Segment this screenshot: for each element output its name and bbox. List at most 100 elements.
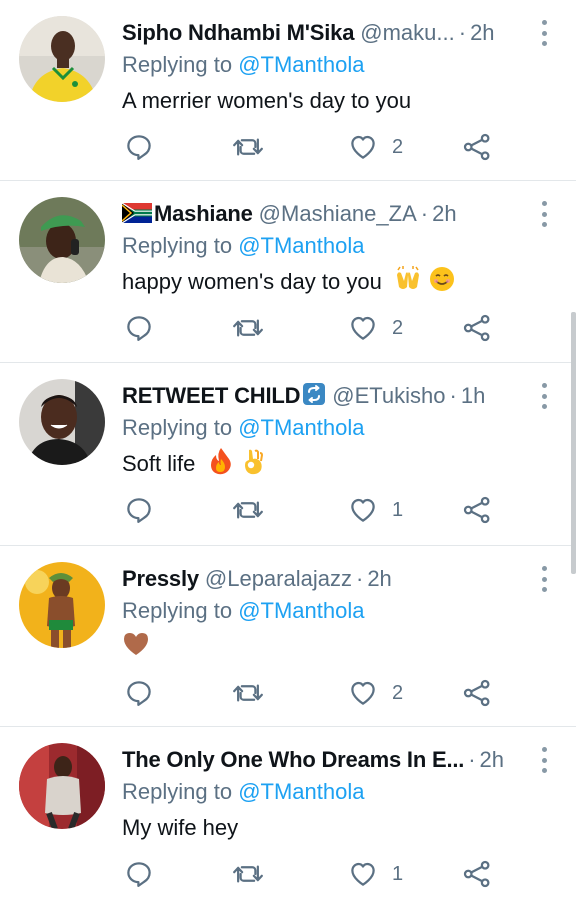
- replying-to-line: Replying to @TManthola: [122, 411, 364, 445]
- reply-tweet[interactable]: Sipho Ndhambi M'Sika @maku... · 2h Replying…: [0, 0, 576, 181]
- more-options-icon[interactable]: [538, 201, 550, 227]
- share-button[interactable]: [462, 312, 492, 344]
- replying-to-line: Replying to @TManthola: [122, 775, 364, 809]
- replying-to-label: Replying to: [122, 779, 233, 804]
- retweet-button[interactable]: [232, 131, 264, 163]
- separator-dot: ·: [458, 20, 467, 45]
- heart-icon: [351, 135, 375, 159]
- tweet-header: Mashiane @Mashiane_ZA · 2h: [122, 197, 518, 231]
- more-options-icon[interactable]: [538, 20, 550, 46]
- avatar[interactable]: [19, 743, 105, 829]
- mention-link[interactable]: @TManthola: [238, 598, 364, 623]
- action-bar: 2: [122, 131, 522, 163]
- like-count: 2: [392, 316, 404, 339]
- avatar-man-yellow-jersey-icon: [19, 16, 105, 102]
- author-handle[interactable]: @maku...: [360, 20, 454, 45]
- reply-icon: [127, 135, 151, 160]
- reply-tweet[interactable]: RETWEET CHILD @ETukisho · 1h Replying to @…: [0, 363, 576, 546]
- like-count: 1: [392, 498, 404, 521]
- timestamp[interactable]: 2h: [432, 201, 456, 226]
- fire-emoji-icon: [210, 448, 231, 475]
- retweet-button[interactable]: [232, 312, 264, 344]
- share-button[interactable]: [462, 677, 492, 709]
- avatar[interactable]: [19, 16, 105, 102]
- avatar[interactable]: [19, 197, 105, 283]
- ok-hand-emoji-icon: [244, 449, 263, 475]
- share-button[interactable]: [462, 494, 492, 526]
- separator-dot: ·: [355, 566, 364, 591]
- retweet-icon: [233, 319, 263, 337]
- share-button[interactable]: [462, 131, 492, 163]
- replying-to-line: Replying to @TManthola: [122, 229, 364, 263]
- author-handle[interactable]: @Mashiane_ZA: [259, 201, 417, 226]
- tweet-header: RETWEET CHILD @ETukisho · 1h: [122, 379, 518, 413]
- repeat-button-emoji-icon: [303, 383, 326, 405]
- reply-tweet[interactable]: Pressly @Leparalajazz · 2h Replying to @TMa…: [0, 546, 576, 727]
- action-bar: 1: [122, 494, 522, 526]
- share-icon: [463, 860, 490, 888]
- share-icon: [463, 496, 490, 524]
- timestamp[interactable]: 2h: [367, 566, 391, 591]
- heart-icon: [351, 316, 375, 340]
- like-button[interactable]: 1: [348, 494, 403, 526]
- reply-icon: [127, 681, 151, 706]
- share-icon: [463, 314, 490, 342]
- like-button[interactable]: 1: [348, 858, 403, 890]
- mention-link[interactable]: @TManthola: [238, 233, 364, 258]
- more-options-icon[interactable]: [538, 383, 550, 409]
- reply-button[interactable]: [124, 312, 154, 344]
- mention-link[interactable]: @TManthola: [238, 415, 364, 440]
- heart-icon: [351, 498, 375, 522]
- tweet-text: A merrier women's day to you: [122, 88, 412, 113]
- tweet-text-line: Soft life: [122, 447, 266, 481]
- separator-dot: ·: [449, 383, 457, 408]
- reply-button[interactable]: [124, 494, 154, 526]
- author-name[interactable]: Sipho Ndhambi M'Sika: [122, 20, 354, 45]
- reply-button[interactable]: [124, 131, 154, 163]
- author-name[interactable]: RETWEET CHILD: [122, 383, 300, 408]
- replying-to-line: Replying to @TManthola: [122, 594, 364, 628]
- share-button[interactable]: [462, 858, 492, 890]
- retweet-button[interactable]: [232, 858, 264, 890]
- timestamp[interactable]: 2h: [480, 747, 504, 772]
- reply-tweet[interactable]: Mashiane @Mashiane_ZA · 2h Replying to @TMa…: [0, 181, 576, 363]
- smiling-face-emoji-icon: [429, 267, 454, 291]
- tweet-text: My wife hey: [122, 815, 239, 840]
- like-button[interactable]: 2: [348, 131, 403, 163]
- reply-icon: [127, 498, 151, 523]
- like-button[interactable]: 2: [348, 312, 403, 344]
- author-name[interactable]: The Only One Who Dreams In E...: [122, 747, 464, 772]
- action-bar: 2: [122, 677, 522, 709]
- author-name[interactable]: Mashiane: [154, 201, 253, 226]
- scrollbar[interactable]: [571, 312, 576, 574]
- avatar[interactable]: [19, 379, 105, 465]
- reply-tweet[interactable]: The Only One Who Dreams In E... · 2h Reply…: [0, 727, 576, 907]
- share-icon: [463, 133, 490, 161]
- retweet-icon: [233, 684, 263, 702]
- more-options-icon[interactable]: [538, 566, 550, 592]
- replying-to-label: Replying to: [122, 233, 233, 258]
- author-handle[interactable]: @Leparalajazz: [205, 566, 352, 591]
- action-bar: 2: [122, 312, 522, 344]
- heart-icon: [351, 862, 375, 886]
- replies-feed: Sipho Ndhambi M'Sika @maku... · 2h Replying…: [0, 0, 576, 907]
- tweet-text: happy women's day to you: [122, 269, 382, 294]
- timestamp[interactable]: 1h: [461, 383, 485, 408]
- mention-link[interactable]: @TManthola: [238, 779, 364, 804]
- timestamp[interactable]: 2h: [470, 20, 494, 45]
- separator-dot: ·: [468, 747, 476, 772]
- like-button[interactable]: 2: [348, 677, 403, 709]
- like-count: 1: [392, 862, 404, 885]
- author-name[interactable]: Pressly: [122, 566, 199, 591]
- mention-link[interactable]: @TManthola: [238, 52, 364, 77]
- author-handle[interactable]: @ETukisho: [332, 383, 445, 408]
- reply-button[interactable]: [124, 858, 154, 890]
- avatar[interactable]: [19, 562, 105, 648]
- tweet-header: Pressly @Leparalajazz · 2h: [122, 562, 518, 596]
- more-options-icon[interactable]: [538, 747, 550, 773]
- reply-button[interactable]: [124, 677, 154, 709]
- avatar-figure-yellow-background-icon: [19, 562, 105, 648]
- retweet-button[interactable]: [232, 677, 264, 709]
- retweet-icon: [233, 138, 263, 156]
- retweet-button[interactable]: [232, 494, 264, 526]
